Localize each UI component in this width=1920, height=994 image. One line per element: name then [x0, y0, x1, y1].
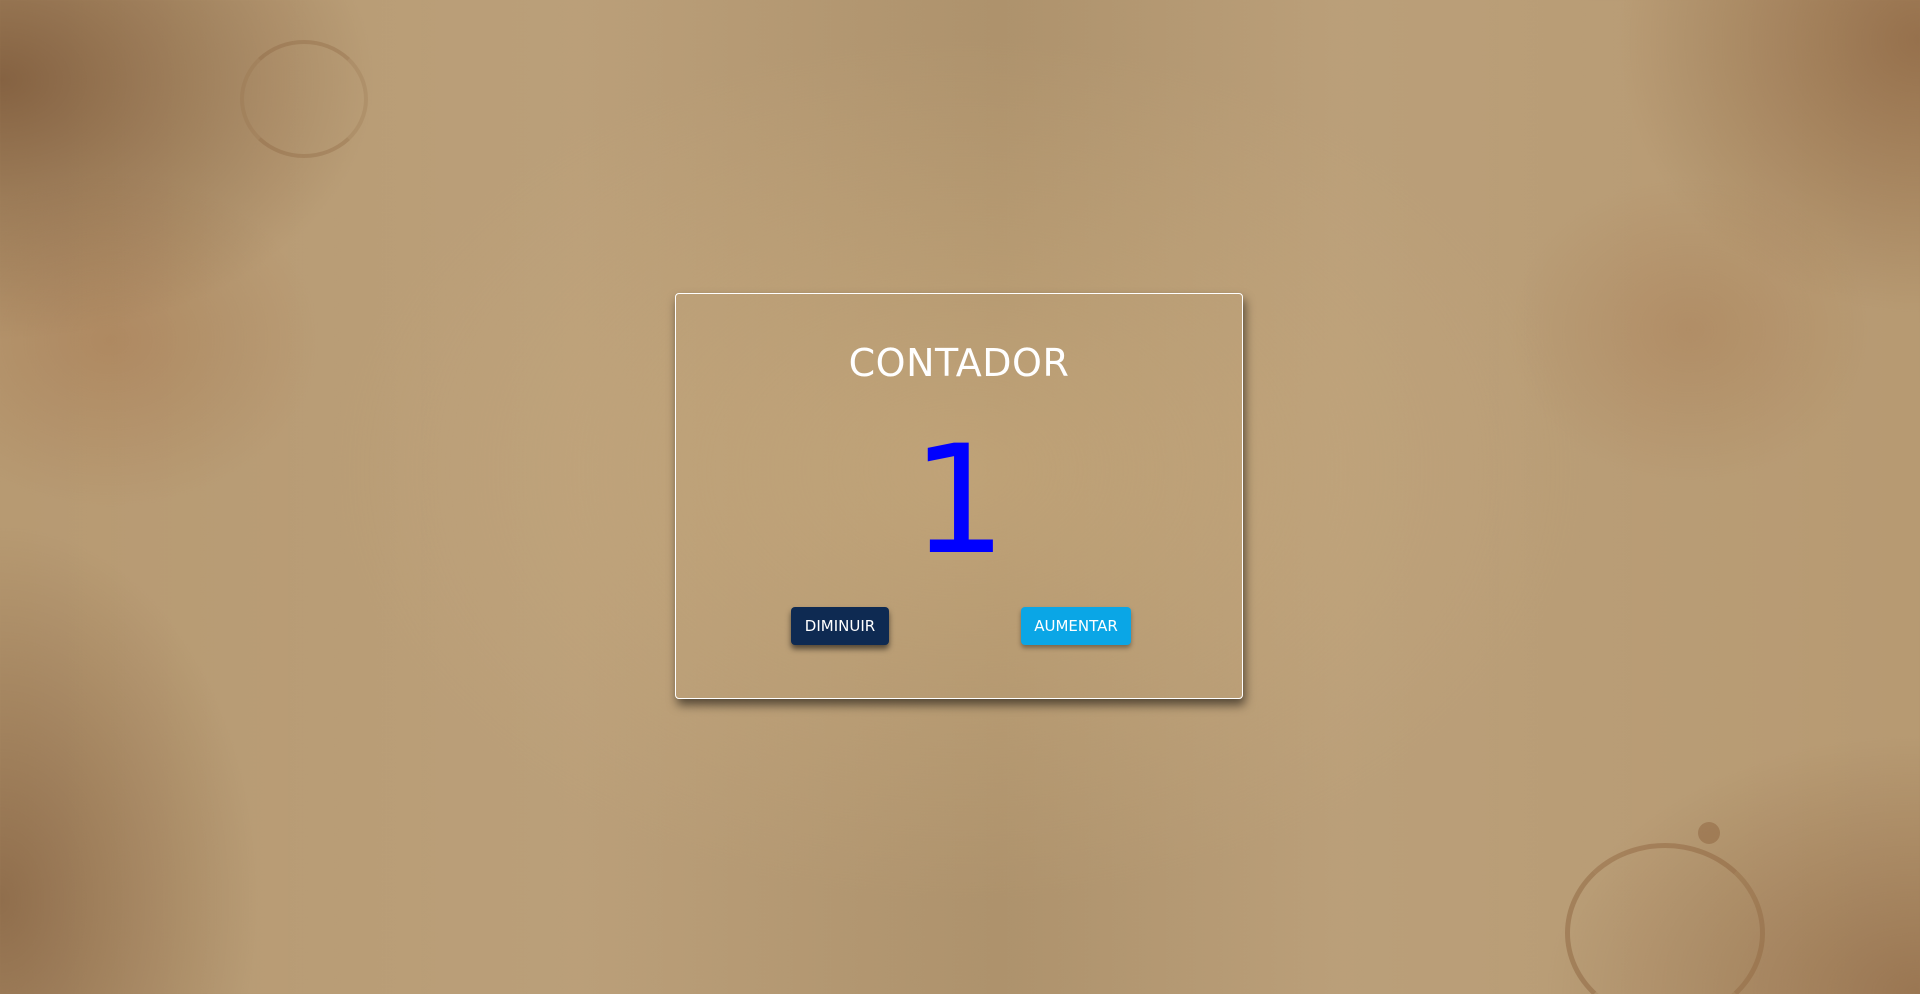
page-background: { "app": { "title": "CONTADOR" }, "count…: [0, 0, 1920, 994]
coffee-drop-decoration: [1698, 822, 1720, 844]
coffee-stain-decoration: [240, 40, 368, 158]
counter-value: 1: [911, 414, 1007, 588]
counter-title: CONTADOR: [848, 341, 1070, 385]
increase-button[interactable]: AUMENTAR: [1021, 607, 1131, 645]
decrease-button[interactable]: DIMINUIR: [791, 607, 889, 645]
counter-card: CONTADOR 1 DIMINUIR AUMENTAR: [675, 293, 1243, 699]
coffee-stain-decoration: [1565, 843, 1765, 994]
